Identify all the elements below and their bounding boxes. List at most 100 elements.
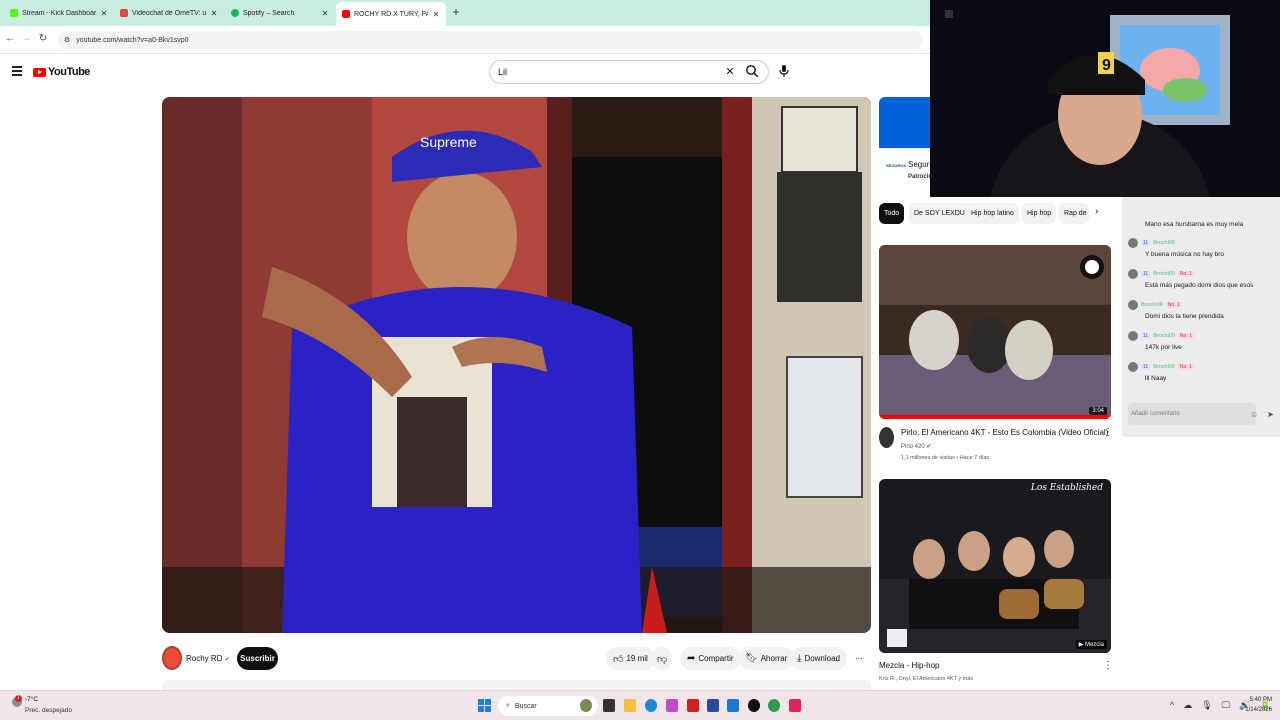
chat-text: lll Naay bbox=[1145, 375, 1167, 382]
search-icon[interactable] bbox=[745, 64, 759, 78]
verified-icon: ✔ bbox=[224, 657, 230, 663]
channel-avatar[interactable] bbox=[162, 646, 182, 670]
mix-label: ▶ Mezcla bbox=[1075, 640, 1107, 649]
chat-avatar bbox=[1128, 238, 1138, 248]
share-icon: ➦ bbox=[687, 653, 696, 664]
close-icon[interactable]: ✕ bbox=[432, 10, 440, 19]
video-player[interactable]: Supreme bbox=[162, 97, 871, 633]
menu-icon[interactable] bbox=[12, 66, 22, 78]
emoji-icon[interactable]: ☺ bbox=[1250, 410, 1258, 419]
chat-username[interactable]: Brochi09 bbox=[1153, 364, 1175, 370]
chip-todo[interactable]: Todo bbox=[879, 203, 905, 224]
url-text: youtube.com/watch?v=a0-Bkv1svp0 bbox=[76, 36, 189, 44]
chevron-up-icon[interactable]: ^ bbox=[1170, 700, 1174, 711]
video-thumbnail[interactable]: 3:04 bbox=[879, 245, 1111, 419]
share-button[interactable]: ➦ Compartir bbox=[680, 647, 741, 670]
reload-icon[interactable]: ↻ bbox=[37, 33, 49, 44]
chat-input[interactable]: Añadir comentario bbox=[1128, 403, 1256, 425]
chat-username[interactable]: Brochi09 bbox=[1141, 302, 1163, 308]
close-icon[interactable]: ✕ bbox=[321, 9, 329, 18]
mix-thumbnail[interactable]: Los Established ▶ Mezcla bbox=[879, 479, 1111, 653]
recommended-video[interactable]: 3:04 Pirlo, El Americano 4KT - Esto Es C… bbox=[879, 245, 1113, 467]
store-icon[interactable] bbox=[707, 699, 719, 712]
new-tab-button[interactable]: + bbox=[450, 5, 462, 19]
share-label: Compartir bbox=[698, 654, 734, 663]
dislike-button[interactable]: 👎︎ bbox=[652, 647, 673, 670]
mix-artists: Kris R., Onyl, El Americano 4KT y más bbox=[879, 676, 974, 682]
chevron-right-icon[interactable]: › bbox=[1095, 206, 1098, 217]
chip-hip-hop[interactable]: Hip hop bbox=[1022, 203, 1057, 224]
back-icon[interactable]: ← bbox=[4, 33, 16, 44]
chrome-icon[interactable] bbox=[768, 699, 780, 712]
app-l-icon[interactable] bbox=[687, 699, 699, 712]
more-actions-button[interactable]: ⋯ bbox=[850, 647, 868, 670]
video-title[interactable]: Pirlo, El Americano 4KT - Esto Es Colomb… bbox=[901, 428, 1108, 437]
channel-name[interactable]: Pirlo 420 ✔ bbox=[901, 443, 931, 450]
recommended-mix[interactable]: Los Established ▶ Mezcla Mezcla - Hip-ho… bbox=[879, 479, 1113, 690]
system-clock[interactable]: 5:40 PM 1/14/2026 bbox=[1240, 695, 1272, 715]
download-button[interactable]: ⤓ Download bbox=[790, 647, 847, 670]
subscribe-button[interactable]: Suscribir bbox=[237, 647, 278, 670]
sponsored-ad[interactable]: SEGUROS Seguro Patrocin bbox=[879, 97, 934, 189]
chat-username[interactable]: Brochi09 bbox=[1153, 333, 1175, 339]
site-info-icon[interactable]: ⚙ bbox=[64, 36, 70, 44]
chat-user-line: Brochi09 No. 1 bbox=[1128, 300, 1182, 310]
microphone-icon[interactable]: 🎙 bbox=[1201, 700, 1212, 711]
channel-avatar[interactable] bbox=[879, 427, 894, 448]
address-bar-row: ← → ↻ ⚙ youtube.com/watch?v=a0-Bkv1svp0 bbox=[0, 26, 930, 54]
url-field[interactable]: ⚙ youtube.com/watch?v=a0-Bkv1svp0 bbox=[58, 31, 923, 49]
task-view-icon[interactable] bbox=[603, 699, 615, 712]
more-vert-icon[interactable]: ⋮ bbox=[1103, 427, 1113, 438]
chat-username[interactable]: Brochi09 bbox=[1153, 240, 1175, 246]
obs-icon[interactable] bbox=[748, 699, 760, 712]
channel-name[interactable]: Rochy RD ✔ bbox=[186, 654, 230, 663]
microphone-icon[interactable] bbox=[778, 64, 790, 78]
clock-date: 1/14/2026 bbox=[1245, 707, 1272, 713]
widget-icon[interactable] bbox=[580, 699, 592, 712]
description-box[interactable] bbox=[162, 680, 871, 690]
close-icon[interactable]: ✕ bbox=[100, 9, 108, 18]
chat-username[interactable]: Brochi09 bbox=[1153, 271, 1175, 277]
chat-user-line: 11 Brochi09 No. 1 bbox=[1128, 269, 1194, 279]
thumbs-down-icon: 👎︎ bbox=[657, 653, 668, 665]
ad-banner-image bbox=[879, 97, 931, 148]
tab-spotify[interactable]: Spotify – Search ✕ bbox=[225, 3, 335, 23]
thumbnail-image bbox=[879, 479, 1111, 653]
tab-kick-dashboard[interactable]: Stream - Kick Dashboard ✕ bbox=[4, 3, 114, 23]
tab-ometv[interactable]: Videochat de OmeTV: una ✕ bbox=[114, 3, 224, 23]
chat-avatar bbox=[1128, 269, 1138, 279]
logo-text: YouTube bbox=[48, 66, 90, 78]
chip-de-soy-lexdu[interactable]: De SOY LEXDU bbox=[909, 203, 970, 224]
video-actions-row: Rochy RD ✔ Suscribir 👍︎ 19 mil 👎︎ ➦ Comp… bbox=[162, 646, 871, 672]
tab-title: Spotify – Search bbox=[243, 9, 295, 17]
weather-temp: -7°C bbox=[25, 696, 39, 703]
display-icon[interactable]: 🖵 bbox=[1222, 700, 1231, 711]
weather-condition: Prec. despejado bbox=[25, 707, 72, 714]
file-explorer-icon[interactable] bbox=[624, 699, 636, 712]
edge-icon[interactable] bbox=[645, 699, 657, 712]
copilot-icon[interactable] bbox=[666, 699, 678, 712]
windows-start-icon[interactable] bbox=[478, 699, 492, 713]
chat-text: Está más pegado domi dios que esos bbox=[1145, 282, 1254, 289]
cloud-icon[interactable]: ☁ bbox=[1183, 700, 1192, 711]
tab-youtube[interactable]: ROCHY RD X TURY, PAPO E ✕ bbox=[336, 2, 446, 26]
youtube-logo[interactable]: YouTube bbox=[33, 66, 90, 78]
app-a-icon[interactable] bbox=[727, 699, 739, 712]
rank-badge: No. 1 bbox=[1177, 333, 1194, 339]
forward-icon[interactable]: → bbox=[20, 33, 32, 44]
save-button[interactable]: 🔖︎ Ahorrar bbox=[738, 647, 795, 670]
chip-hip-hop-latino[interactable]: Hip hop latino bbox=[966, 203, 1019, 224]
clear-search-icon[interactable]: ✕ bbox=[724, 65, 736, 78]
like-button[interactable]: 👍︎ 19 mil bbox=[606, 647, 655, 670]
mix-title[interactable]: Mezcla - Hip-hop bbox=[879, 661, 939, 670]
tiktok-icon[interactable] bbox=[789, 699, 801, 712]
windows-taskbar: 1 -7°C Prec. despejado ⌕ Buscar ^ ☁ 🎙 🖵 … bbox=[0, 690, 1280, 720]
close-icon[interactable]: ✕ bbox=[210, 9, 218, 18]
chat-avatar bbox=[1128, 362, 1138, 372]
stream-chat: Mano esa hursbarna es muy mela 11 Brochi… bbox=[1122, 197, 1280, 437]
more-vert-icon[interactable]: ⋮ bbox=[1103, 660, 1113, 671]
thumbnail-image bbox=[879, 245, 1111, 419]
chip-rap-de[interactable]: Rap de bbox=[1059, 203, 1089, 224]
youtube-header: YouTube Lil ✕ bbox=[0, 54, 930, 92]
send-icon[interactable]: ➤ bbox=[1267, 410, 1274, 419]
